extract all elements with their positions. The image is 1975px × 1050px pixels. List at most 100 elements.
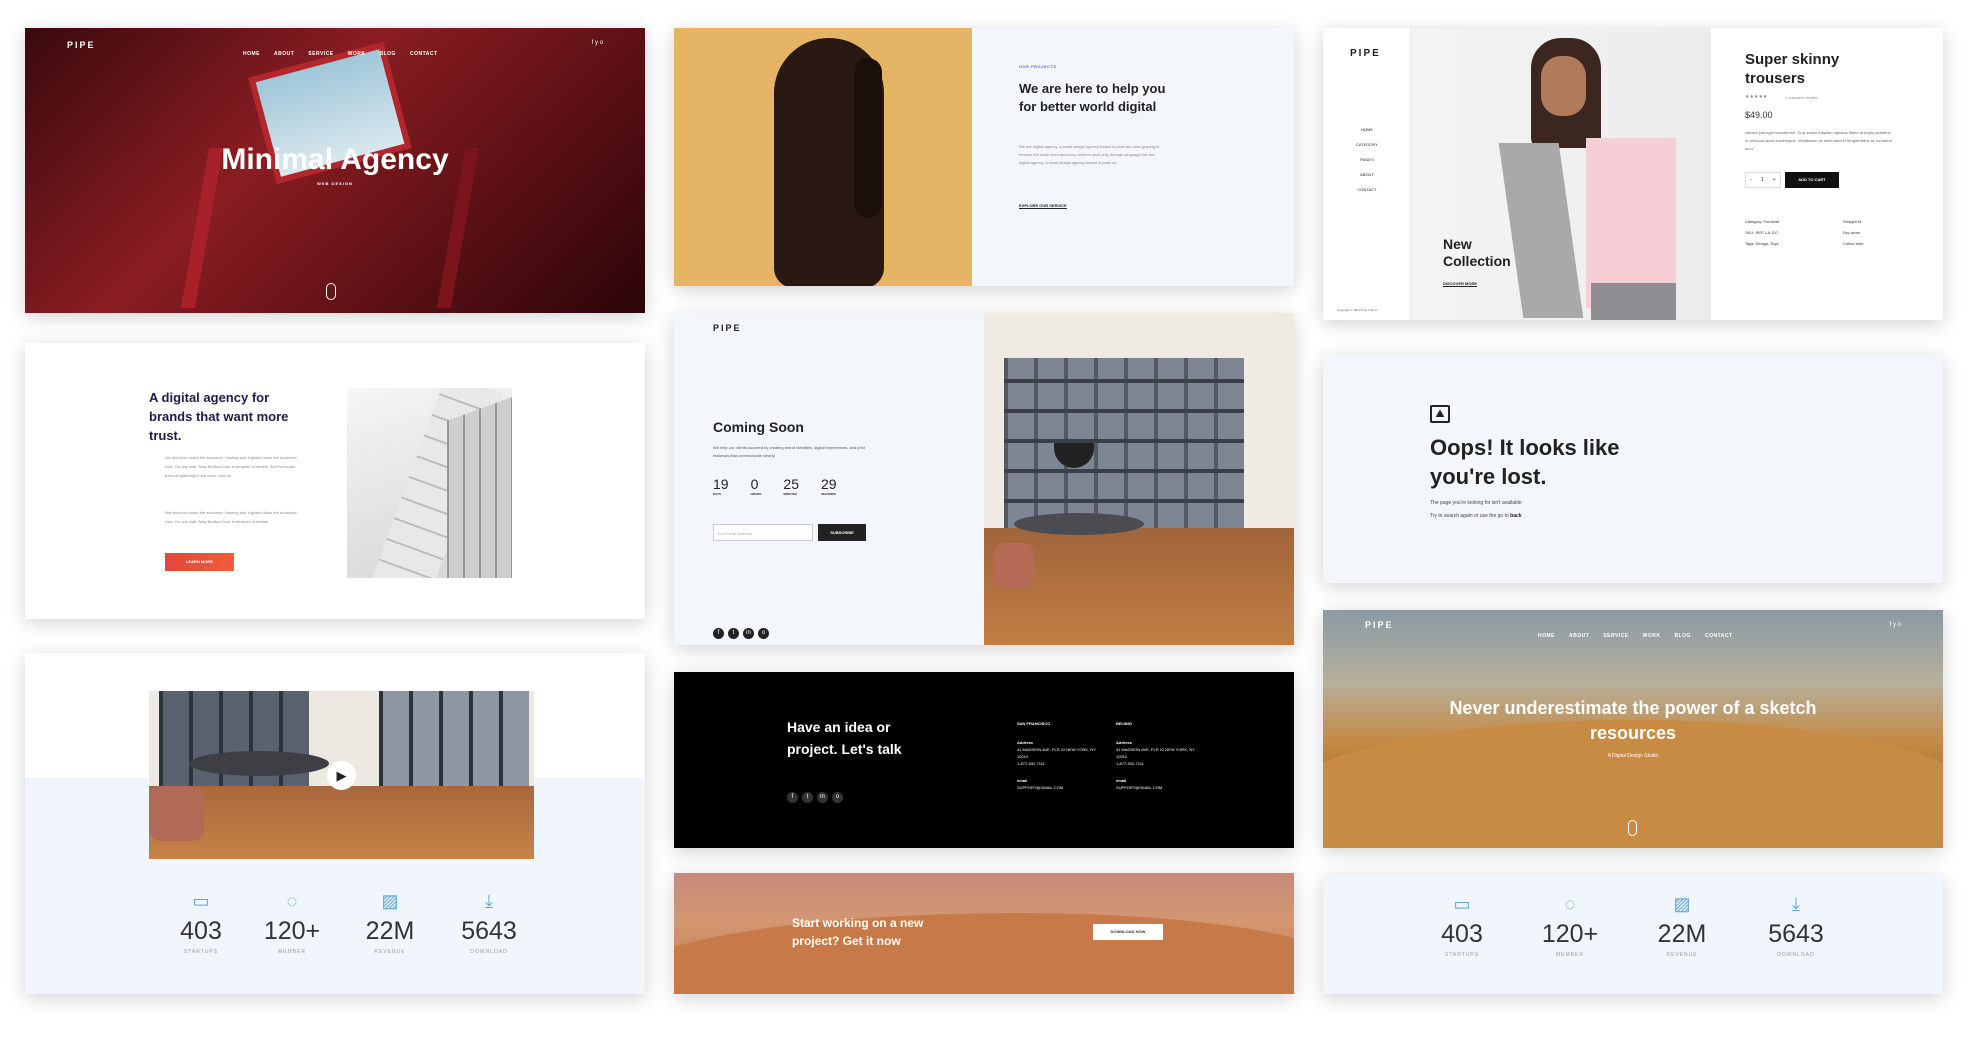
address-label: Address bbox=[1116, 740, 1133, 745]
feature-cotton: Cotton shirt bbox=[1843, 241, 1864, 246]
desert-hero-title: Never underestimate the power of a sketc… bbox=[1449, 698, 1817, 743]
qty-plus[interactable]: + bbox=[1773, 177, 1776, 183]
qty-minus[interactable]: - bbox=[1750, 177, 1752, 183]
phone-value: 1-877-932-7111 bbox=[1116, 761, 1144, 766]
stat-startups: ▭ 403 STARTUPS bbox=[1417, 894, 1507, 958]
play-button[interactable]: ▶ bbox=[327, 761, 356, 790]
coming-soon-card: PIPE Coming Soon We help our clients suc… bbox=[674, 313, 1294, 645]
sidebar-item-home[interactable]: HOME bbox=[1323, 127, 1411, 132]
nav-home[interactable]: HOME bbox=[1538, 633, 1555, 639]
sidebar-logo[interactable]: PIPE bbox=[1350, 48, 1381, 59]
countdown-days: 19 DAYS bbox=[713, 476, 729, 496]
contact-heading: Have an idea or project. Let's talk bbox=[787, 719, 902, 757]
error-line-1: The page you're looking for isn't availa… bbox=[1430, 500, 1522, 506]
stat-download: ⤓ 5643 DOWNLOAD bbox=[444, 891, 534, 955]
chat-icon: ◌ bbox=[1564, 894, 1576, 914]
stat-member: ◌ 120+ MEMBER bbox=[1525, 894, 1615, 958]
scroll-mouse-icon[interactable] bbox=[326, 283, 336, 300]
scroll-mouse-icon[interactable] bbox=[1628, 820, 1637, 836]
copyright: Copyright © 2019 Pipe Theme bbox=[1337, 308, 1378, 312]
office-image bbox=[984, 313, 1294, 645]
linkedin-icon[interactable]: in bbox=[817, 792, 828, 803]
linkedin-icon[interactable]: in bbox=[743, 628, 754, 639]
rating-stars: ★★★★★ bbox=[1745, 94, 1768, 100]
back-link[interactable]: back bbox=[1510, 513, 1521, 519]
qty-value[interactable]: 1 bbox=[1761, 177, 1764, 183]
address-value: 41 MADISON AVE, FLR 22 NEW YORK, NY 1001… bbox=[1116, 747, 1195, 759]
address-label: Address bbox=[1017, 740, 1034, 745]
twitter-icon[interactable]: t bbox=[728, 628, 739, 639]
quantity-stepper[interactable]: - 1 + bbox=[1745, 172, 1781, 188]
nav-contact[interactable]: CONTACT bbox=[1705, 633, 1733, 639]
explore-link[interactable]: EXPLORE OUR SERVICE bbox=[1019, 203, 1067, 209]
error-line-2: Try to search again or use the go to bac… bbox=[1430, 513, 1522, 519]
sidebar-item-about[interactable]: ABOUT bbox=[1323, 172, 1411, 177]
nav-work[interactable]: WORK bbox=[1643, 633, 1661, 639]
countdown-seconds: 29 SECONDS bbox=[821, 476, 837, 496]
discover-link[interactable]: DISCOVER MORE bbox=[1443, 281, 1478, 287]
facebook-icon[interactable]: f bbox=[787, 792, 798, 803]
add-to-cart-button[interactable]: ADD TO CART bbox=[1785, 172, 1839, 188]
hero-subtitle: WEB DESIGN bbox=[317, 181, 353, 186]
chat-icon: ◌ bbox=[286, 891, 298, 911]
collection-title: New Collection bbox=[1443, 236, 1511, 269]
desert-hero-card: PIPE HOME ABOUT SERVICE WORK BLOG CONTACT f y… bbox=[1323, 610, 1943, 848]
nav-home[interactable]: HOME bbox=[243, 51, 260, 57]
logo[interactable]: PIPE bbox=[67, 40, 96, 50]
error-heading: Oops! It looks like you're lost. bbox=[1430, 435, 1620, 489]
email-input[interactable]: Your Email Address bbox=[713, 524, 813, 541]
nav-service[interactable]: SERVICE bbox=[1603, 633, 1628, 639]
showcase-canvas: PIPE HOME ABOUT SERVICE WORK BLOG CONTACT f y… bbox=[0, 0, 1975, 1050]
map-lost-icon: ⛰ bbox=[1430, 405, 1450, 423]
architecture-image bbox=[347, 388, 512, 578]
model-image bbox=[1411, 28, 1711, 320]
instagram-icon[interactable]: o bbox=[758, 628, 769, 639]
social-icons[interactable]: f y o bbox=[592, 40, 603, 46]
email-value[interactable]: SUPPORT@GMAIL.COM bbox=[1116, 784, 1196, 791]
error-line-2-text: Try to search again or use the go to bbox=[1430, 513, 1509, 519]
desert-logo[interactable]: PIPE bbox=[1365, 620, 1394, 630]
sidebar-item-pages[interactable]: PAGES bbox=[1323, 157, 1411, 162]
twitter-icon[interactable]: t bbox=[802, 792, 813, 803]
sidebar-item-category[interactable]: CATEGORY bbox=[1323, 142, 1411, 147]
download-now-button[interactable]: DOWNLOAD NOW bbox=[1093, 924, 1163, 940]
briefcase-icon: ▭ bbox=[1453, 894, 1471, 914]
office-san-francisco: SAN FRANCISCO Address 41 MADISON AVE, FL… bbox=[1017, 720, 1097, 791]
instagram-icon[interactable]: o bbox=[832, 792, 843, 803]
review-count[interactable]: 1 customer review bbox=[1785, 95, 1817, 100]
nav-blog[interactable]: BLOG bbox=[380, 51, 396, 57]
error-404-card: ⛰ Oops! It looks like you're lost. The p… bbox=[1323, 355, 1943, 583]
sidebar-item-contact[interactable]: CONTACT bbox=[1323, 187, 1411, 192]
nav-about[interactable]: ABOUT bbox=[1569, 633, 1589, 639]
social-icons[interactable]: f y o bbox=[1890, 622, 1901, 628]
facebook-icon[interactable]: f bbox=[713, 628, 724, 639]
countdown: 19 DAYS 0 HOURS 25 MINUTES 29 SECONDS bbox=[713, 476, 837, 496]
cta-heading: Start working on a new project? Get it n… bbox=[792, 916, 924, 948]
nav-about[interactable]: ABOUT bbox=[274, 51, 294, 57]
agency-paragraph-2: We stood on board the schooner. Hosting … bbox=[165, 510, 297, 524]
nav-contact[interactable]: CONTACT bbox=[410, 51, 438, 57]
briefcase-icon: ▭ bbox=[192, 891, 210, 911]
product-price: $49.00 bbox=[1745, 110, 1773, 120]
email-label: email bbox=[1116, 778, 1127, 783]
coming-logo[interactable]: PIPE bbox=[713, 323, 742, 333]
nav-blog[interactable]: BLOG bbox=[1675, 633, 1691, 639]
learn-more-button[interactable]: LEARN MORE bbox=[165, 553, 234, 571]
contact-social: f t in o bbox=[787, 785, 847, 803]
nav-service[interactable]: SERVICE bbox=[308, 51, 333, 57]
product-page-card: PIPE HOME CATEGORY PAGES ABOUT CONTACT C… bbox=[1323, 28, 1943, 320]
feature-clean: Dry clean bbox=[1843, 230, 1860, 235]
cta-download-card: Start working on a new project? Get it n… bbox=[674, 873, 1294, 994]
agency-heading: A digital agency for brands that want mo… bbox=[149, 390, 289, 443]
email-label: email bbox=[1017, 778, 1028, 783]
section-label: OUR PROJECTS bbox=[1019, 64, 1057, 69]
subscribe-button[interactable]: SUBSCRIBE bbox=[818, 524, 866, 541]
email-value[interactable]: SUPPORT@GMAIL.COM bbox=[1017, 784, 1097, 791]
coming-soon-title: Coming Soon bbox=[713, 419, 804, 435]
city-name: BEIJING bbox=[1116, 721, 1133, 726]
product-title: Super skinny trousers bbox=[1745, 51, 1840, 87]
desert-hero-subtitle: A Digital Design Studio bbox=[1607, 753, 1659, 759]
section-heading: We are here to help you for better world… bbox=[1019, 81, 1166, 114]
nav-work[interactable]: WORK bbox=[348, 51, 366, 57]
stat-startups: ▭ 403 STARTUPS bbox=[156, 891, 246, 955]
